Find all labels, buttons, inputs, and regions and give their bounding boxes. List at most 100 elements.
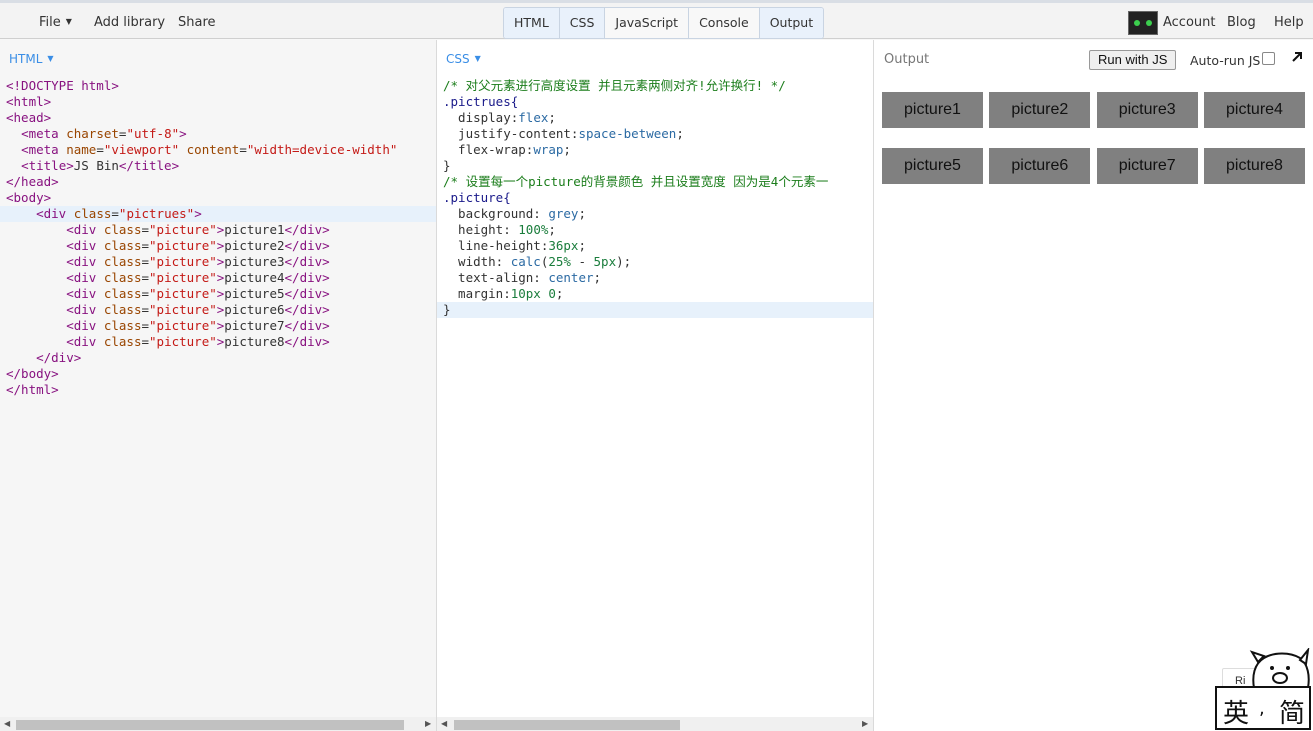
html-panel-label[interactable]: HTML ▼ bbox=[9, 52, 54, 66]
html-code-editor[interactable]: <!DOCTYPE html> <html> <head> <meta charse… bbox=[0, 78, 436, 398]
code-line[interactable]: height: 100%; bbox=[437, 222, 873, 238]
run-with-js-button[interactable]: Run with JS bbox=[1089, 50, 1177, 70]
code-token: = bbox=[141, 270, 150, 285]
code-token: picture8 bbox=[224, 334, 285, 349]
toggle-output[interactable]: Output bbox=[759, 8, 824, 38]
ime-separator: , bbox=[1259, 698, 1265, 719]
ime-mode-box[interactable]: 英 , 简 bbox=[1215, 686, 1311, 730]
code-line[interactable]: <div class="picture">picture1</div> bbox=[0, 222, 436, 238]
help-link[interactable]: Help bbox=[1274, 15, 1304, 30]
scroll-right-icon[interactable]: ▶ bbox=[425, 719, 431, 728]
blog-link[interactable]: Blog bbox=[1227, 15, 1256, 30]
code-line[interactable]: display:flex; bbox=[437, 110, 873, 126]
code-token: class bbox=[73, 206, 112, 221]
code-line[interactable]: /* 对父元素进行高度设置 并且元素两侧对齐!允许换行! */ bbox=[437, 78, 873, 94]
code-line[interactable]: <meta name="viewport" content="width=dev… bbox=[0, 142, 436, 158]
scroll-right-icon[interactable]: ▶ bbox=[862, 719, 868, 728]
html-editor-panel[interactable]: HTML ▼ <!DOCTYPE html> <html> <head> <meta … bbox=[0, 40, 437, 731]
auto-run-js-checkbox[interactable] bbox=[1262, 52, 1275, 65]
share-menu[interactable]: Share bbox=[178, 15, 216, 30]
code-token: charset bbox=[66, 126, 119, 141]
code-line[interactable]: <div class="picture">picture4</div> bbox=[0, 270, 436, 286]
add-library-menu[interactable]: Add library bbox=[94, 15, 165, 30]
scroll-thumb[interactable] bbox=[16, 720, 404, 730]
code-token: <html> bbox=[6, 94, 52, 109]
picture-box: picture3 bbox=[1096, 92, 1198, 128]
code-token: > bbox=[194, 206, 202, 221]
code-line[interactable]: line-height:36px; bbox=[437, 238, 873, 254]
code-token: ; bbox=[548, 222, 556, 237]
code-line[interactable]: margin:10px 0; bbox=[437, 286, 873, 302]
code-line[interactable]: </div> bbox=[0, 350, 436, 366]
scroll-thumb[interactable] bbox=[454, 720, 680, 730]
code-token: ; bbox=[548, 110, 556, 125]
code-line[interactable]: width: calc(25% - 5px); bbox=[437, 254, 873, 270]
code-line[interactable]: } bbox=[437, 158, 873, 174]
code-token: </div> bbox=[284, 334, 330, 349]
css-code-editor[interactable]: /* 对父元素进行高度设置 并且元素两侧对齐!允许换行! */.pictrues… bbox=[437, 78, 873, 318]
code-line[interactable]: <div class="picture">picture5</div> bbox=[0, 286, 436, 302]
code-token: </title> bbox=[118, 158, 180, 173]
toggle-console[interactable]: Console bbox=[689, 8, 760, 38]
toggle-css[interactable]: CSS bbox=[559, 8, 606, 38]
code-line[interactable]: } bbox=[437, 302, 873, 318]
code-token: 5px bbox=[593, 254, 617, 269]
popout-arrow-icon[interactable] bbox=[1290, 50, 1304, 64]
code-token: = bbox=[141, 238, 150, 253]
html-horizontal-scrollbar[interactable]: ◀ ▶ bbox=[0, 717, 436, 731]
pictures-container: picture1 picture2 picture3 picture4 pict… bbox=[882, 92, 1305, 204]
code-token: - bbox=[570, 254, 594, 269]
account-link[interactable]: Account bbox=[1163, 15, 1216, 30]
code-line[interactable]: <div class="picture">picture6</div> bbox=[0, 302, 436, 318]
code-token: background: bbox=[443, 206, 549, 221]
code-token: <div bbox=[66, 334, 104, 349]
code-line[interactable]: <html> bbox=[0, 94, 436, 110]
scroll-left-icon[interactable]: ◀ bbox=[4, 719, 10, 728]
code-token: wrap bbox=[533, 142, 564, 157]
code-line[interactable]: <!DOCTYPE html> bbox=[0, 78, 436, 94]
code-line[interactable]: <meta charset="utf-8"> bbox=[0, 126, 436, 142]
code-token: name bbox=[66, 142, 97, 157]
code-line[interactable]: .pictrues{ bbox=[437, 94, 873, 110]
chevron-down-icon: ▼ bbox=[474, 54, 481, 63]
code-line[interactable]: </body> bbox=[0, 366, 436, 382]
code-line[interactable]: </html> bbox=[0, 382, 436, 398]
avatar[interactable] bbox=[1128, 11, 1158, 35]
code-token: <div bbox=[66, 286, 104, 301]
ime-script-char[interactable]: 简 bbox=[1279, 693, 1305, 730]
code-token: "picture" bbox=[149, 254, 217, 269]
code-token: "picture" bbox=[149, 270, 217, 285]
code-line[interactable]: <head> bbox=[0, 110, 436, 126]
code-line[interactable]: <div class="picture">picture7</div> bbox=[0, 318, 436, 334]
code-line[interactable]: .picture{ bbox=[437, 190, 873, 206]
picture-box: picture8 bbox=[1203, 148, 1305, 184]
code-line[interactable]: <div class="picture">picture8</div> bbox=[0, 334, 436, 350]
code-line[interactable]: <div class="pictrues"> bbox=[0, 206, 436, 222]
code-line[interactable]: text-align: center; bbox=[437, 270, 873, 286]
css-editor-panel[interactable]: CSS ▼ /* 对父元素进行高度设置 并且元素两侧对齐!允许换行! */.pic… bbox=[437, 40, 874, 731]
code-line[interactable]: background: grey; bbox=[437, 206, 873, 222]
code-token: "picture" bbox=[149, 238, 217, 253]
css-horizontal-scrollbar[interactable]: ◀ ▶ bbox=[437, 717, 873, 731]
file-menu[interactable]: File ▼ bbox=[39, 15, 72, 30]
ime-input-widget[interactable]: 英 , 简 bbox=[1214, 648, 1312, 730]
code-line[interactable]: <title>JS Bin</title> bbox=[0, 158, 436, 174]
scroll-left-icon[interactable]: ◀ bbox=[441, 719, 447, 728]
toggle-html[interactable]: HTML bbox=[504, 8, 560, 38]
code-line[interactable]: <div class="picture">picture2</div> bbox=[0, 238, 436, 254]
code-token: </div> bbox=[284, 222, 330, 237]
ime-language-char[interactable]: 英 bbox=[1223, 693, 1249, 730]
code-token: </head> bbox=[6, 174, 59, 189]
toggle-javascript[interactable]: JavaScript bbox=[605, 8, 690, 38]
css-panel-label[interactable]: CSS ▼ bbox=[446, 52, 481, 66]
code-line[interactable]: <div class="picture">picture3</div> bbox=[0, 254, 436, 270]
code-token: display: bbox=[443, 110, 519, 125]
code-line[interactable]: flex-wrap:wrap; bbox=[437, 142, 873, 158]
code-line[interactable]: </head> bbox=[0, 174, 436, 190]
code-line[interactable]: justify-content:space-between; bbox=[437, 126, 873, 142]
code-line[interactable]: /* 设置每一个picture的背景颜色 并且设置宽度 因为是4个元素一 bbox=[437, 174, 873, 190]
code-token: picture3 bbox=[224, 254, 285, 269]
code-line[interactable]: <body> bbox=[0, 190, 436, 206]
